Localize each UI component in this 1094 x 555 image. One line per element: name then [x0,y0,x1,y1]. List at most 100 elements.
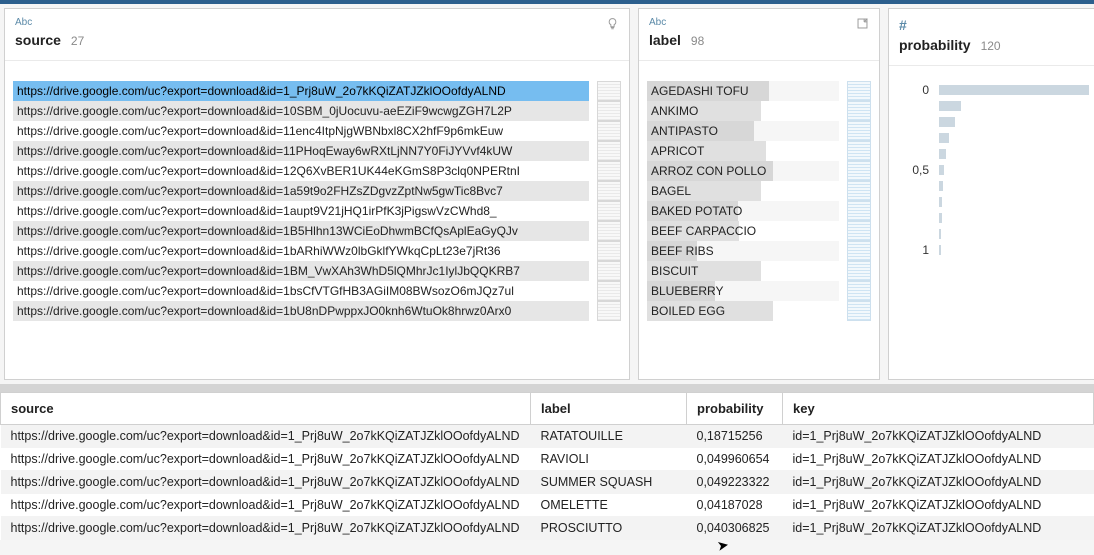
histogram-row [903,146,1089,162]
source-value-row[interactable]: https://drive.google.com/uc?export=downl… [13,141,589,161]
histogram-row [903,194,1089,210]
table-row[interactable]: https://drive.google.com/uc?export=downl… [1,517,1094,540]
histogram-bar [939,101,961,111]
histogram-row: 0,5 [903,162,1089,178]
label-value-list: AGEDASHI TOFUANKIMOANTIPASTOAPRICOTARROZ… [647,81,839,373]
panel-label-header: Abc [639,9,879,30]
source-thumb [597,101,621,121]
histogram-bar [939,181,943,191]
column-header-source[interactable]: source [1,393,531,425]
panel-probability-title: probability [899,37,971,53]
label-thumb [847,161,871,181]
table-cell-source: https://drive.google.com/uc?export=downl… [1,448,531,471]
label-value-row[interactable]: ANTIPASTO [647,121,839,141]
table-cell-label: RATATOUILLE [531,425,687,448]
histogram-bar [939,229,941,239]
source-value-row[interactable]: https://drive.google.com/uc?export=downl… [13,121,589,141]
label-value-row[interactable]: APRICOT [647,141,839,161]
source-thumb [597,301,621,321]
label-value-row[interactable]: BLUEBERRY [647,281,839,301]
panel-label-title-row: label 98 [639,30,879,61]
label-value-row[interactable]: BEEF RIBS [647,241,839,261]
table-cell-probability: 0,049223322 [687,471,783,494]
source-thumb [597,161,621,181]
histogram-bar [939,245,941,255]
histogram-bar [939,165,944,175]
table-cell-key: id=1_Prj8uW_2o7kKQiZATJZklOOofdyALND [783,448,1094,471]
label-value-row[interactable]: ANKIMO [647,101,839,121]
panel-label: Abc label 98 AGEDASHI TOFUANKIMOANTIPAST… [638,8,880,380]
table-row[interactable]: https://drive.google.com/uc?export=downl… [1,448,1094,471]
histogram-bar [939,149,946,159]
histogram-row [903,178,1089,194]
source-thumb [597,141,621,161]
table-cell-probability: 0,18715256 [687,425,783,448]
column-header-probability[interactable]: probability [687,393,783,425]
table-row[interactable]: https://drive.google.com/uc?export=downl… [1,425,1094,448]
histogram-bar [939,85,1089,95]
source-value-row[interactable]: https://drive.google.com/uc?export=downl… [13,201,589,221]
source-thumb [597,181,621,201]
source-thumb [597,281,621,301]
label-value-row[interactable]: AGEDASHI TOFU [647,81,839,101]
label-value-row[interactable]: ARROZ CON POLLO [647,161,839,181]
label-value-row[interactable]: BAKED POTATO [647,201,839,221]
summary-panels-row: Abc source 27 https://drive.google.com/u… [0,4,1094,380]
table-cell-label: PROSCIUTTO [531,517,687,540]
panel-source: Abc source 27 https://drive.google.com/u… [4,8,630,380]
label-thumb [847,121,871,141]
table-cell-source: https://drive.google.com/uc?export=downl… [1,494,531,517]
histogram-row [903,98,1089,114]
source-value-row[interactable]: https://drive.google.com/uc?export=downl… [13,181,589,201]
source-value-row[interactable]: https://drive.google.com/uc?export=downl… [13,261,589,281]
label-value-row[interactable]: BAGEL [647,181,839,201]
table-header-row: source label probability key [1,393,1094,425]
label-value-row[interactable]: BISCUIT [647,261,839,281]
source-value-row[interactable]: https://drive.google.com/uc?export=downl… [13,241,589,261]
table-cell-source: https://drive.google.com/uc?export=downl… [1,517,531,540]
probability-histogram: 00,51 [889,66,1094,379]
source-thumb [597,81,621,101]
panel-source-title-row: source 27 [5,30,629,61]
source-thumb [597,221,621,241]
source-value-row[interactable]: https://drive.google.com/uc?export=downl… [13,81,589,101]
table-cell-key: id=1_Prj8uW_2o7kKQiZATJZklOOofdyALND [783,494,1094,517]
label-value-row[interactable]: BEEF CARPACCIO [647,221,839,241]
panel-source-body: https://drive.google.com/uc?export=downl… [5,61,629,379]
histogram-row: 1 [903,242,1089,258]
label-thumb [847,281,871,301]
panel-probability-title-row: probability 120 [889,35,1094,66]
table-row[interactable]: https://drive.google.com/uc?export=downl… [1,494,1094,517]
histogram-row [903,210,1089,226]
export-icon[interactable] [856,17,869,33]
table-cell-key: id=1_Prj8uW_2o7kKQiZATJZklOOofdyALND [783,425,1094,448]
histogram-tick-label: 0 [903,83,929,97]
column-header-label[interactable]: label [531,393,687,425]
histogram-bar [939,117,955,127]
type-badge-abc: Abc [15,17,32,28]
source-thumb-column [597,81,621,373]
histogram-row [903,130,1089,146]
column-header-key[interactable]: key [783,393,1094,425]
source-value-row[interactable]: https://drive.google.com/uc?export=downl… [13,301,589,321]
histogram-row [903,226,1089,242]
histogram-row: 0 [903,82,1089,98]
source-thumb [597,261,621,281]
label-thumb-column [847,81,871,373]
table-cell-key: id=1_Prj8uW_2o7kKQiZATJZklOOofdyALND [783,517,1094,540]
histogram-row [903,114,1089,130]
histogram-bar [939,213,942,223]
source-value-row[interactable]: https://drive.google.com/uc?export=downl… [13,281,589,301]
table-row[interactable]: https://drive.google.com/uc?export=downl… [1,471,1094,494]
table-cell-label: RAVIOLI [531,448,687,471]
details-table: source label probability key https://dri… [0,392,1094,540]
source-value-row[interactable]: https://drive.google.com/uc?export=downl… [13,161,589,181]
table-divider[interactable] [0,384,1094,392]
label-value-row[interactable]: BOILED EGG [647,301,839,321]
label-thumb [847,261,871,281]
table-cell-label: OMELETTE [531,494,687,517]
source-value-row[interactable]: https://drive.google.com/uc?export=downl… [13,101,589,121]
lightbulb-icon[interactable] [606,17,619,33]
source-thumb [597,201,621,221]
source-value-row[interactable]: https://drive.google.com/uc?export=downl… [13,221,589,241]
